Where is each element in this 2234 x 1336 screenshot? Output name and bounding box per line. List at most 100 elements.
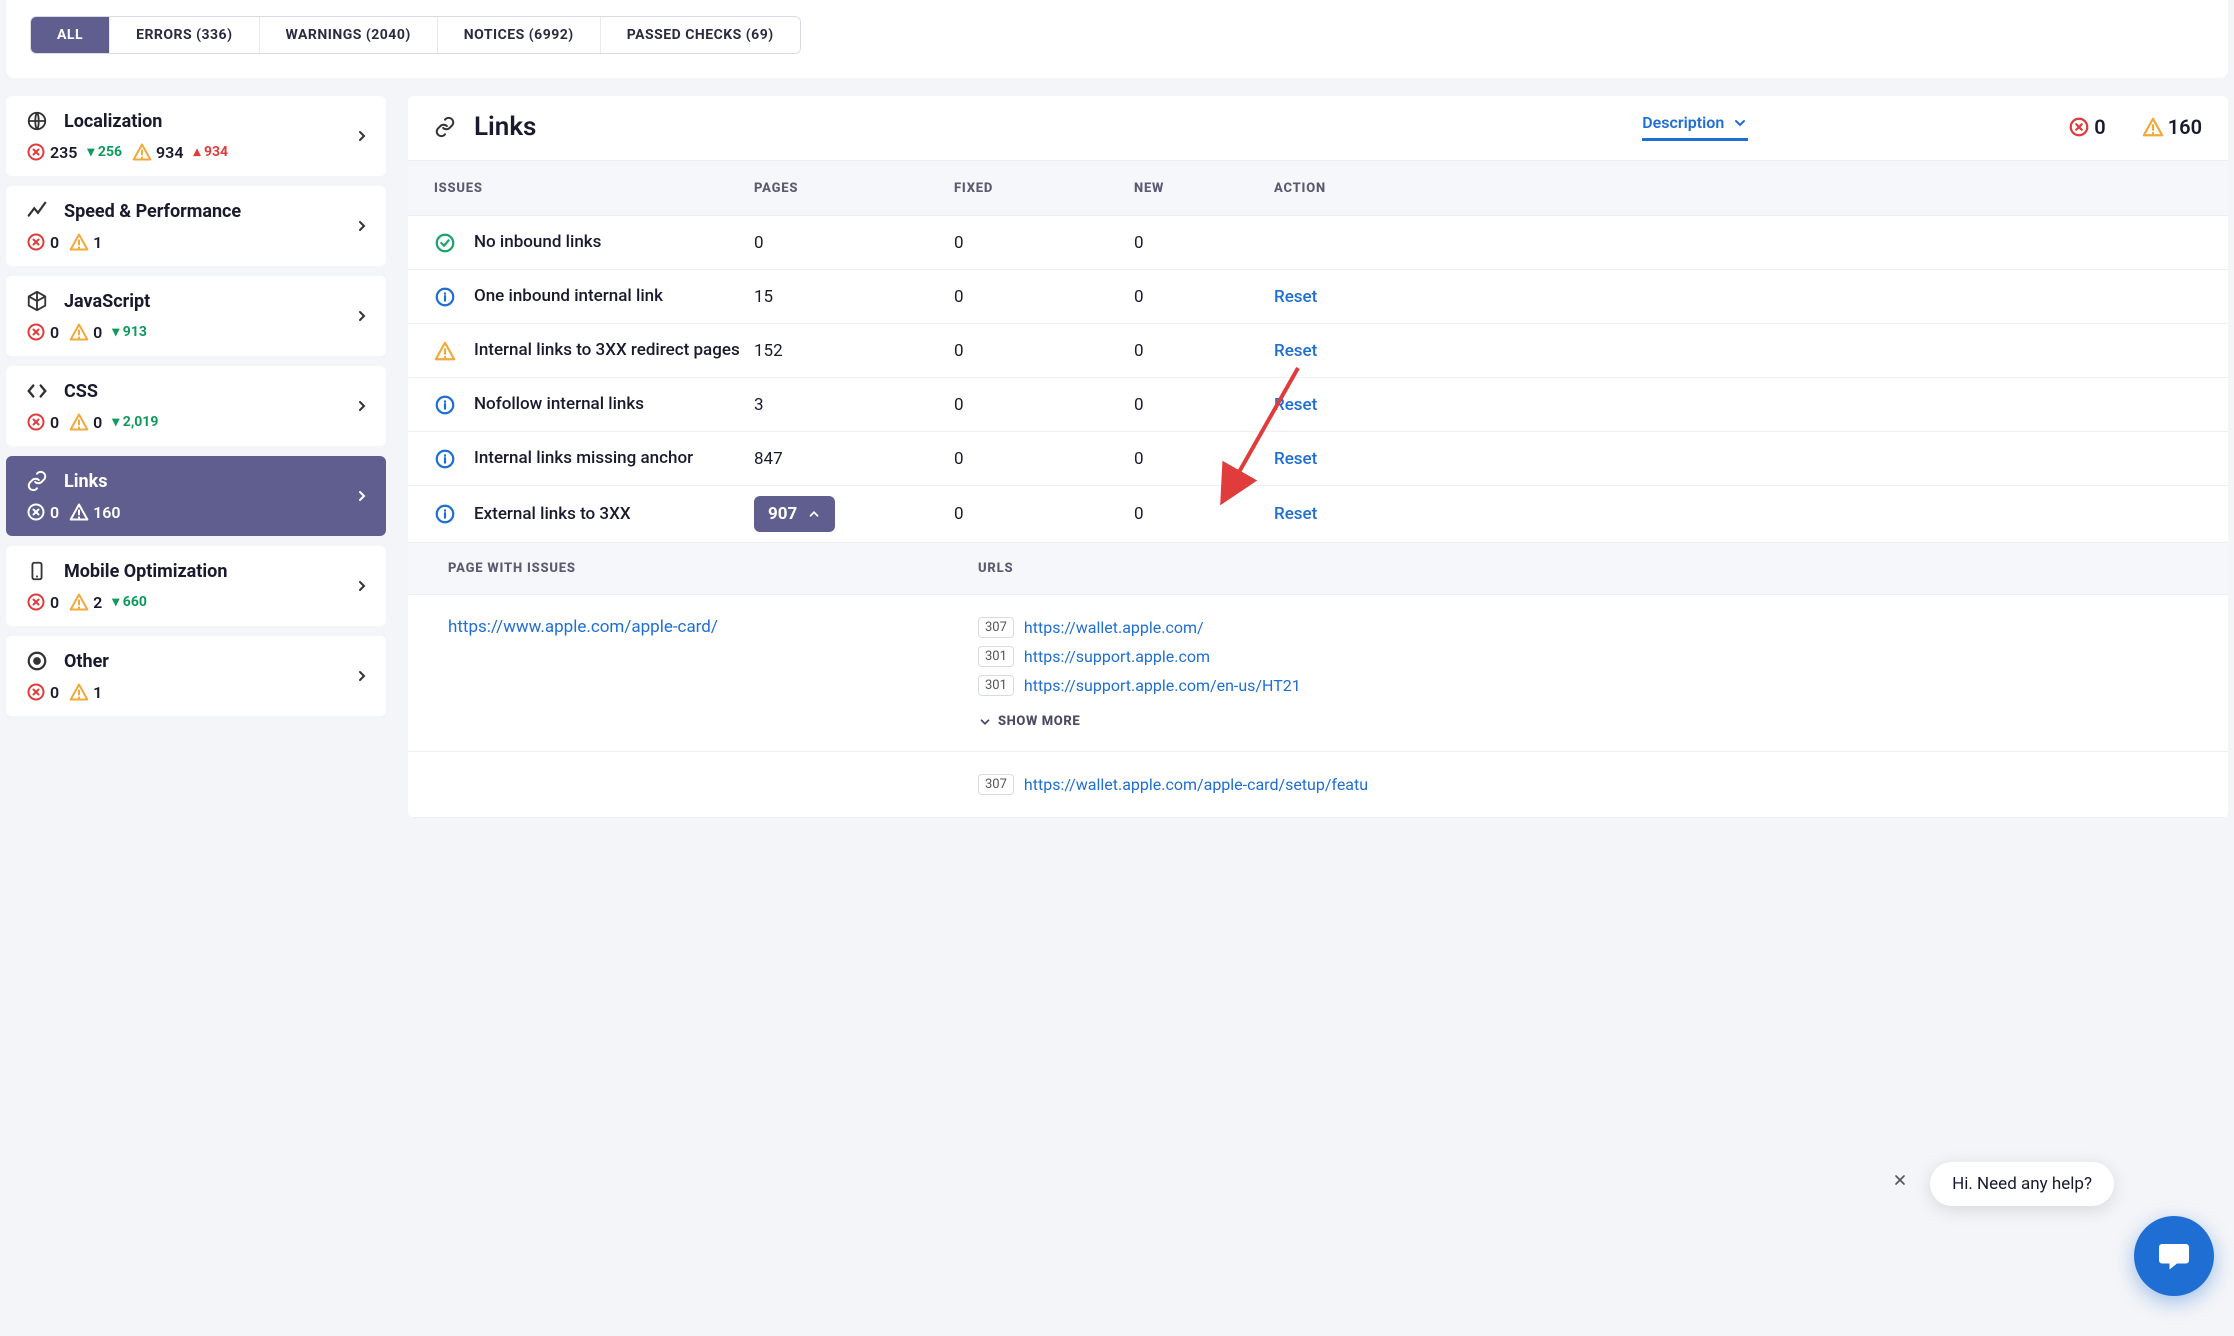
sidebar-item-label: CSS <box>64 381 98 402</box>
delta-down: ▾ 256 <box>87 144 122 160</box>
sidebar-item-label: JavaScript <box>64 291 150 312</box>
delta-down: ▾ 660 <box>112 594 147 610</box>
css-icon <box>26 380 48 402</box>
chevron-right-icon <box>354 578 370 594</box>
status-code-badge: 301 <box>978 675 1014 696</box>
tab-passed[interactable]: PASSED CHECKS (69) <box>601 17 800 53</box>
sidebar-item-mobile[interactable]: Mobile Optimization02▾ 660 <box>6 546 386 626</box>
issue-name[interactable]: Nofollow internal links <box>474 393 644 415</box>
status-code-badge: 307 <box>978 774 1014 795</box>
other-icon <box>26 650 48 672</box>
status-info-icon <box>434 394 456 416</box>
chevron-right-icon <box>354 218 370 234</box>
pages-expand-toggle[interactable]: 907 <box>754 496 835 532</box>
delta-up: ▴ 934 <box>193 144 228 160</box>
issue-name[interactable]: One inbound internal link <box>474 285 663 307</box>
issue-name[interactable]: Internal links missing anchor <box>474 447 693 469</box>
status-code-badge: 301 <box>978 646 1014 667</box>
issue-row: One inbound internal link1500Reset <box>408 270 2228 324</box>
sidebar-item-label: Mobile Optimization <box>64 561 227 582</box>
error-icon <box>26 682 46 702</box>
chevron-down-icon <box>1732 115 1748 131</box>
sidebar-item-speed[interactable]: Speed & Performance01 <box>6 186 386 266</box>
warning-icon <box>69 232 89 252</box>
reset-link[interactable]: Reset <box>1274 395 1317 415</box>
status-warn-icon <box>434 340 456 362</box>
detail-row: https://www.apple.com/apple-card/307 http… <box>408 595 2228 752</box>
panel-title: Links <box>434 112 536 142</box>
reset-link[interactable]: Reset <box>1274 287 1317 307</box>
localization-icon <box>26 110 48 132</box>
error-icon <box>26 142 46 162</box>
show-more-toggle[interactable]: SHOW MORE <box>978 714 2188 729</box>
tab-errors[interactable]: ERRORS (336) <box>110 17 259 53</box>
tab-all[interactable]: ALL <box>31 17 110 53</box>
warning-icon <box>69 592 89 612</box>
url-item: 307 https://wallet.apple.com/ <box>978 617 2188 638</box>
chat-fab[interactable] <box>2134 1216 2214 1296</box>
sidebar-item-label: Links <box>64 471 107 492</box>
warning-icon <box>69 322 89 342</box>
sidebar-item-css[interactable]: CSS00▾ 2,019 <box>6 366 386 446</box>
error-icon <box>26 412 46 432</box>
header-error-count: 0 <box>2068 115 2105 139</box>
url-item: 307 https://wallet.apple.com/apple-card/s… <box>978 774 2188 795</box>
issue-row: No inbound links000 <box>408 216 2228 270</box>
sidebar-item-label: Speed & Performance <box>64 201 241 222</box>
tab-warnings[interactable]: WARNINGS (2040) <box>260 17 438 53</box>
sidebar-item-localization[interactable]: Localization235▾ 256934▴ 934 <box>6 96 386 176</box>
tab-notices[interactable]: NOTICES (6992) <box>438 17 601 53</box>
detail-row: 307 https://wallet.apple.com/apple-card/s… <box>408 752 2228 818</box>
external-url-link[interactable]: https://support.apple.com/en-us/HT21 <box>1024 676 1301 695</box>
header-warning-count: 160 <box>2142 115 2202 139</box>
speed-icon <box>26 200 48 222</box>
issue-row: Internal links to 3XX redirect pages1520… <box>408 324 2228 378</box>
close-icon[interactable] <box>1892 1172 1908 1188</box>
external-url-link[interactable]: https://wallet.apple.com/ <box>1024 618 1204 637</box>
status-info-icon <box>434 503 456 525</box>
error-icon <box>26 232 46 252</box>
table-header: ISSUES PAGES FIXED NEW ACTION <box>408 160 2228 216</box>
error-icon <box>2068 116 2090 138</box>
filter-tabs: ALL ERRORS (336) WARNINGS (2040) NOTICES… <box>30 16 801 54</box>
description-tab[interactable]: Description <box>1642 113 1748 141</box>
sidebar-item-javascript[interactable]: JavaScript00▾ 913 <box>6 276 386 356</box>
status-info-icon <box>434 448 456 470</box>
issue-row: External links to 3XX907 00Reset <box>408 486 2228 543</box>
error-icon <box>26 322 46 342</box>
main-panel: Links Description 0 160 <box>408 96 2228 818</box>
chevron-right-icon <box>354 668 370 684</box>
reset-link[interactable]: Reset <box>1274 449 1317 469</box>
mobile-icon <box>26 560 48 582</box>
sidebar-item-links[interactable]: Links0160 <box>6 456 386 536</box>
category-sidebar: Localization235▾ 256934▴ 934 Speed & Perf… <box>6 96 386 818</box>
warning-icon <box>2142 116 2164 138</box>
warning-icon <box>69 502 89 522</box>
sidebar-item-label: Localization <box>64 111 162 132</box>
delta-down: ▾ 2,019 <box>112 414 158 430</box>
chevron-right-icon <box>354 308 370 324</box>
error-icon <box>26 592 46 612</box>
issue-name[interactable]: No inbound links <box>474 231 601 253</box>
page-url-link[interactable]: https://www.apple.com/apple-card/ <box>448 617 718 637</box>
external-url-link[interactable]: https://support.apple.com <box>1024 647 1210 666</box>
external-url-link[interactable]: https://wallet.apple.com/apple-card/setu… <box>1024 775 1368 794</box>
status-info-icon <box>434 286 456 308</box>
reset-link[interactable]: Reset <box>1274 504 1317 524</box>
detail-subheader: PAGE WITH ISSUES URLS <box>408 543 2228 595</box>
url-item: 301 https://support.apple.com/en-us/HT21 <box>978 675 2188 696</box>
chevron-right-icon <box>354 398 370 414</box>
sidebar-item-other[interactable]: Other01 <box>6 636 386 716</box>
issue-name[interactable]: External links to 3XX <box>474 503 631 525</box>
warning-icon <box>69 682 89 702</box>
delta-down: ▾ 913 <box>112 324 147 340</box>
javascript-icon <box>26 290 48 312</box>
chat-popup[interactable]: Hi. Need any help? <box>1930 1162 2114 1206</box>
issue-name[interactable]: Internal links to 3XX redirect pages <box>474 339 740 361</box>
status-ok-icon <box>434 232 456 254</box>
sidebar-item-label: Other <box>64 651 109 672</box>
link-icon <box>434 116 456 138</box>
status-code-badge: 307 <box>978 617 1014 638</box>
reset-link[interactable]: Reset <box>1274 341 1317 361</box>
links-icon <box>26 470 48 492</box>
